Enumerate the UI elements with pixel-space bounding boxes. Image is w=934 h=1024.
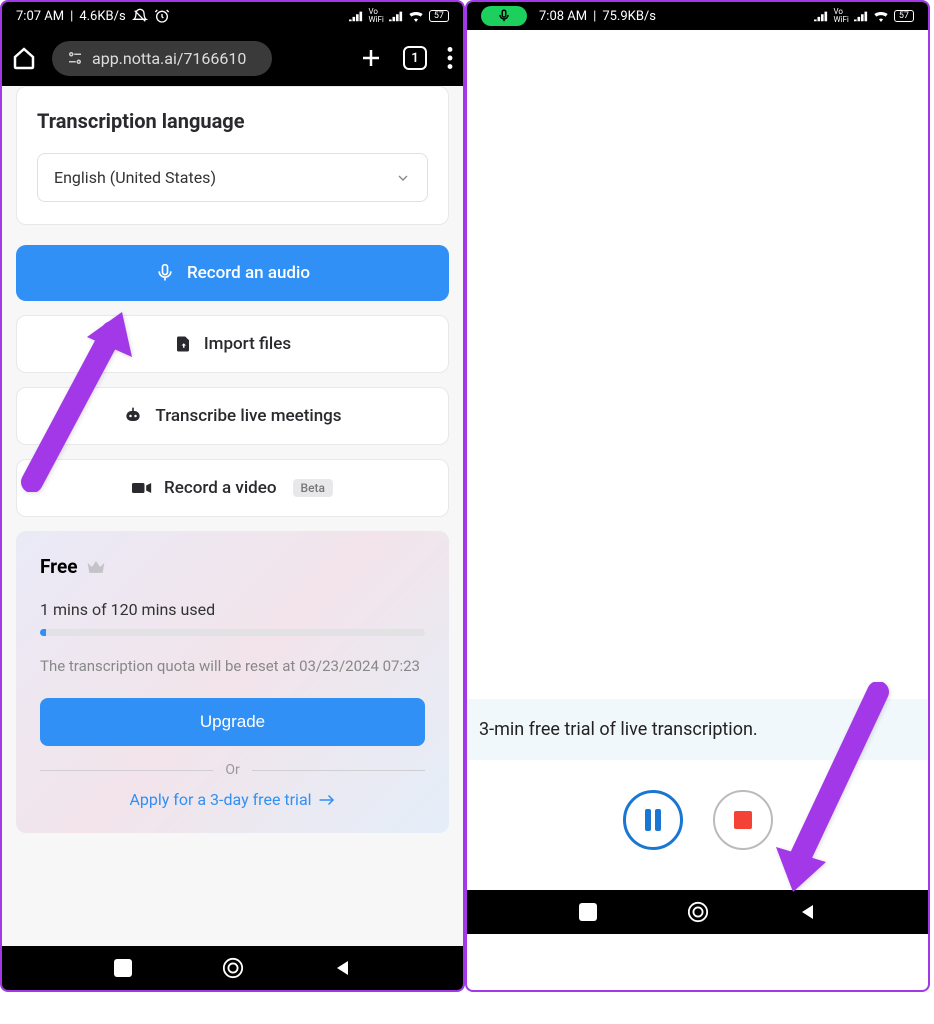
mic-icon — [155, 263, 175, 283]
stop-button[interactable] — [713, 790, 773, 850]
menu-icon[interactable] — [447, 47, 453, 69]
recording-controls — [467, 760, 928, 890]
signal-icon — [349, 10, 363, 22]
android-nav — [467, 890, 928, 934]
status-bar: 7:07 AM | 4.6KB/s VoWiFi 57 — [2, 2, 463, 30]
mic-icon — [497, 9, 511, 23]
language-title: Transcription language — [37, 109, 428, 133]
chevron-down-icon — [395, 170, 411, 186]
language-value: English (United States) — [54, 168, 216, 187]
wifi-icon — [408, 10, 424, 22]
alarm-icon — [154, 8, 170, 24]
or-divider: Or — [40, 762, 425, 778]
reset-text: The transcription quota will be reset at… — [40, 654, 425, 678]
home-icon[interactable] — [12, 46, 36, 70]
signal-icon — [814, 10, 828, 22]
vowifi-icon: VoWiFi — [833, 8, 848, 24]
nav-back-icon[interactable] — [799, 903, 817, 921]
plan-name: Free — [40, 555, 78, 578]
stop-icon — [734, 811, 752, 829]
nav-home-icon[interactable] — [222, 957, 244, 979]
status-speed: 75.9KB/s — [602, 9, 656, 24]
main-content: Transcription language English (United S… — [2, 86, 463, 946]
free-trial-link[interactable]: Apply for a 3-day free trial — [40, 790, 425, 809]
file-icon — [174, 335, 192, 353]
upgrade-button[interactable]: Upgrade — [40, 698, 425, 746]
url-text: app.notta.ai/7166610 — [92, 49, 246, 68]
browser-bar: app.notta.ai/7166610 1 — [2, 30, 463, 86]
phone-right: 7:08 AM | 75.9KB/s VoWiFi 57 3-min free … — [465, 0, 930, 992]
video-icon — [132, 480, 152, 496]
bot-icon — [123, 407, 143, 425]
nav-home-icon[interactable] — [687, 901, 709, 923]
tab-count[interactable]: 1 — [403, 46, 427, 70]
recording-pill — [481, 6, 527, 26]
beta-badge: Beta — [293, 479, 333, 497]
battery-icon: 57 — [429, 10, 449, 22]
recording-screen: 3-min free trial of live transcription. — [467, 30, 928, 890]
signal2-icon — [854, 10, 868, 22]
status-speed: 4.6KB/s — [79, 9, 125, 24]
url-bar[interactable]: app.notta.ai/7166610 — [52, 41, 272, 76]
status-time: 7:08 AM — [539, 9, 587, 24]
android-nav — [2, 946, 463, 990]
language-select[interactable]: English (United States) — [37, 153, 428, 202]
record-audio-button[interactable]: Record an audio — [16, 245, 449, 301]
phone-left: 7:07 AM | 4.6KB/s VoWiFi 57 app.notta.ai… — [0, 0, 465, 992]
wifi-icon — [873, 10, 889, 22]
site-settings-icon — [66, 49, 84, 67]
vowifi-icon: VoWiFi — [368, 8, 383, 24]
nav-recents-icon[interactable] — [579, 903, 597, 921]
newtab-icon[interactable] — [359, 46, 383, 70]
battery-icon: 57 — [894, 10, 914, 22]
usage-text: 1 mins of 120 mins used — [40, 600, 425, 619]
nav-back-icon[interactable] — [334, 959, 352, 977]
usage-progress — [40, 629, 425, 636]
language-card: Transcription language English (United S… — [16, 86, 449, 225]
arrow-right-icon — [318, 793, 336, 807]
plan-card: Free 1 mins of 120 mins used The transcr… — [16, 531, 449, 833]
dnd-icon — [132, 8, 148, 24]
trial-banner: 3-min free trial of live transcription. — [467, 699, 928, 760]
crown-icon — [86, 559, 106, 575]
status-time: 7:07 AM — [16, 9, 64, 24]
nav-recents-icon[interactable] — [114, 959, 132, 977]
record-video-button[interactable]: Record a video Beta — [16, 459, 449, 517]
pause-icon — [643, 809, 663, 831]
pause-button[interactable] — [623, 790, 683, 850]
transcribe-meetings-button[interactable]: Transcribe live meetings — [16, 387, 449, 445]
signal2-icon — [389, 10, 403, 22]
import-files-button[interactable]: Import files — [16, 315, 449, 373]
status-bar: 7:08 AM | 75.9KB/s VoWiFi 57 — [467, 2, 928, 30]
